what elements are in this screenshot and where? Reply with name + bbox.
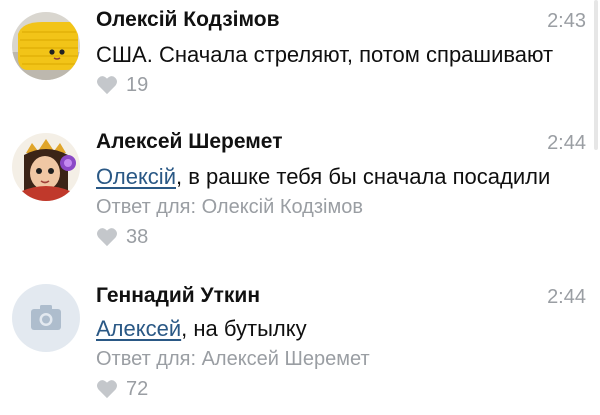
like-count: 19 (126, 73, 149, 96)
comment-author[interactable]: Алексей Шеремет (96, 130, 282, 154)
avatar-oleksii[interactable] (12, 12, 80, 80)
scrollbar[interactable] (594, 0, 598, 150)
avatar-aleksei-sheremet[interactable] (12, 133, 80, 201)
heart-icon (97, 76, 117, 95)
comment-time: 2:44 (547, 286, 586, 308)
like-button[interactable]: 19 (96, 73, 148, 97)
comment-text: Алексей, на бутылку (96, 316, 307, 342)
like-count: 72 (126, 377, 149, 400)
mention-link[interactable]: Алексей (96, 316, 181, 341)
avatar-gennadii-utkin[interactable] (12, 284, 80, 352)
comment-author[interactable]: Олексій Кодзімов (96, 8, 280, 32)
comment-text: Олексій, в рашке тебя бы сначала посадил… (96, 164, 550, 190)
comment-text: США. Сначала стреляют, потом спрашивают (96, 42, 554, 67)
comment-text-body: , на бутылку (181, 316, 307, 341)
like-button[interactable]: 38 (96, 225, 148, 249)
comment-time: 2:44 (547, 132, 586, 154)
camera-icon (31, 305, 61, 330)
reply-to-link[interactable]: Ответ для: Алексей Шеремет (96, 348, 370, 371)
like-count: 38 (126, 225, 149, 248)
mention-link[interactable]: Олексій (96, 164, 176, 189)
like-button[interactable]: 72 (96, 377, 148, 401)
knit-toy-avatar-image (12, 12, 80, 80)
cartoon-warrior-avatar-image (12, 133, 80, 201)
comment-author[interactable]: Геннадий Уткин (96, 284, 260, 308)
comment-text-body: , в рашке тебя бы сначала посадили (176, 164, 551, 189)
reply-to-link[interactable]: Ответ для: Олексій Кодзімов (96, 196, 363, 219)
comment-time: 2:43 (547, 10, 586, 32)
heart-icon (97, 228, 117, 247)
heart-icon (97, 380, 117, 399)
